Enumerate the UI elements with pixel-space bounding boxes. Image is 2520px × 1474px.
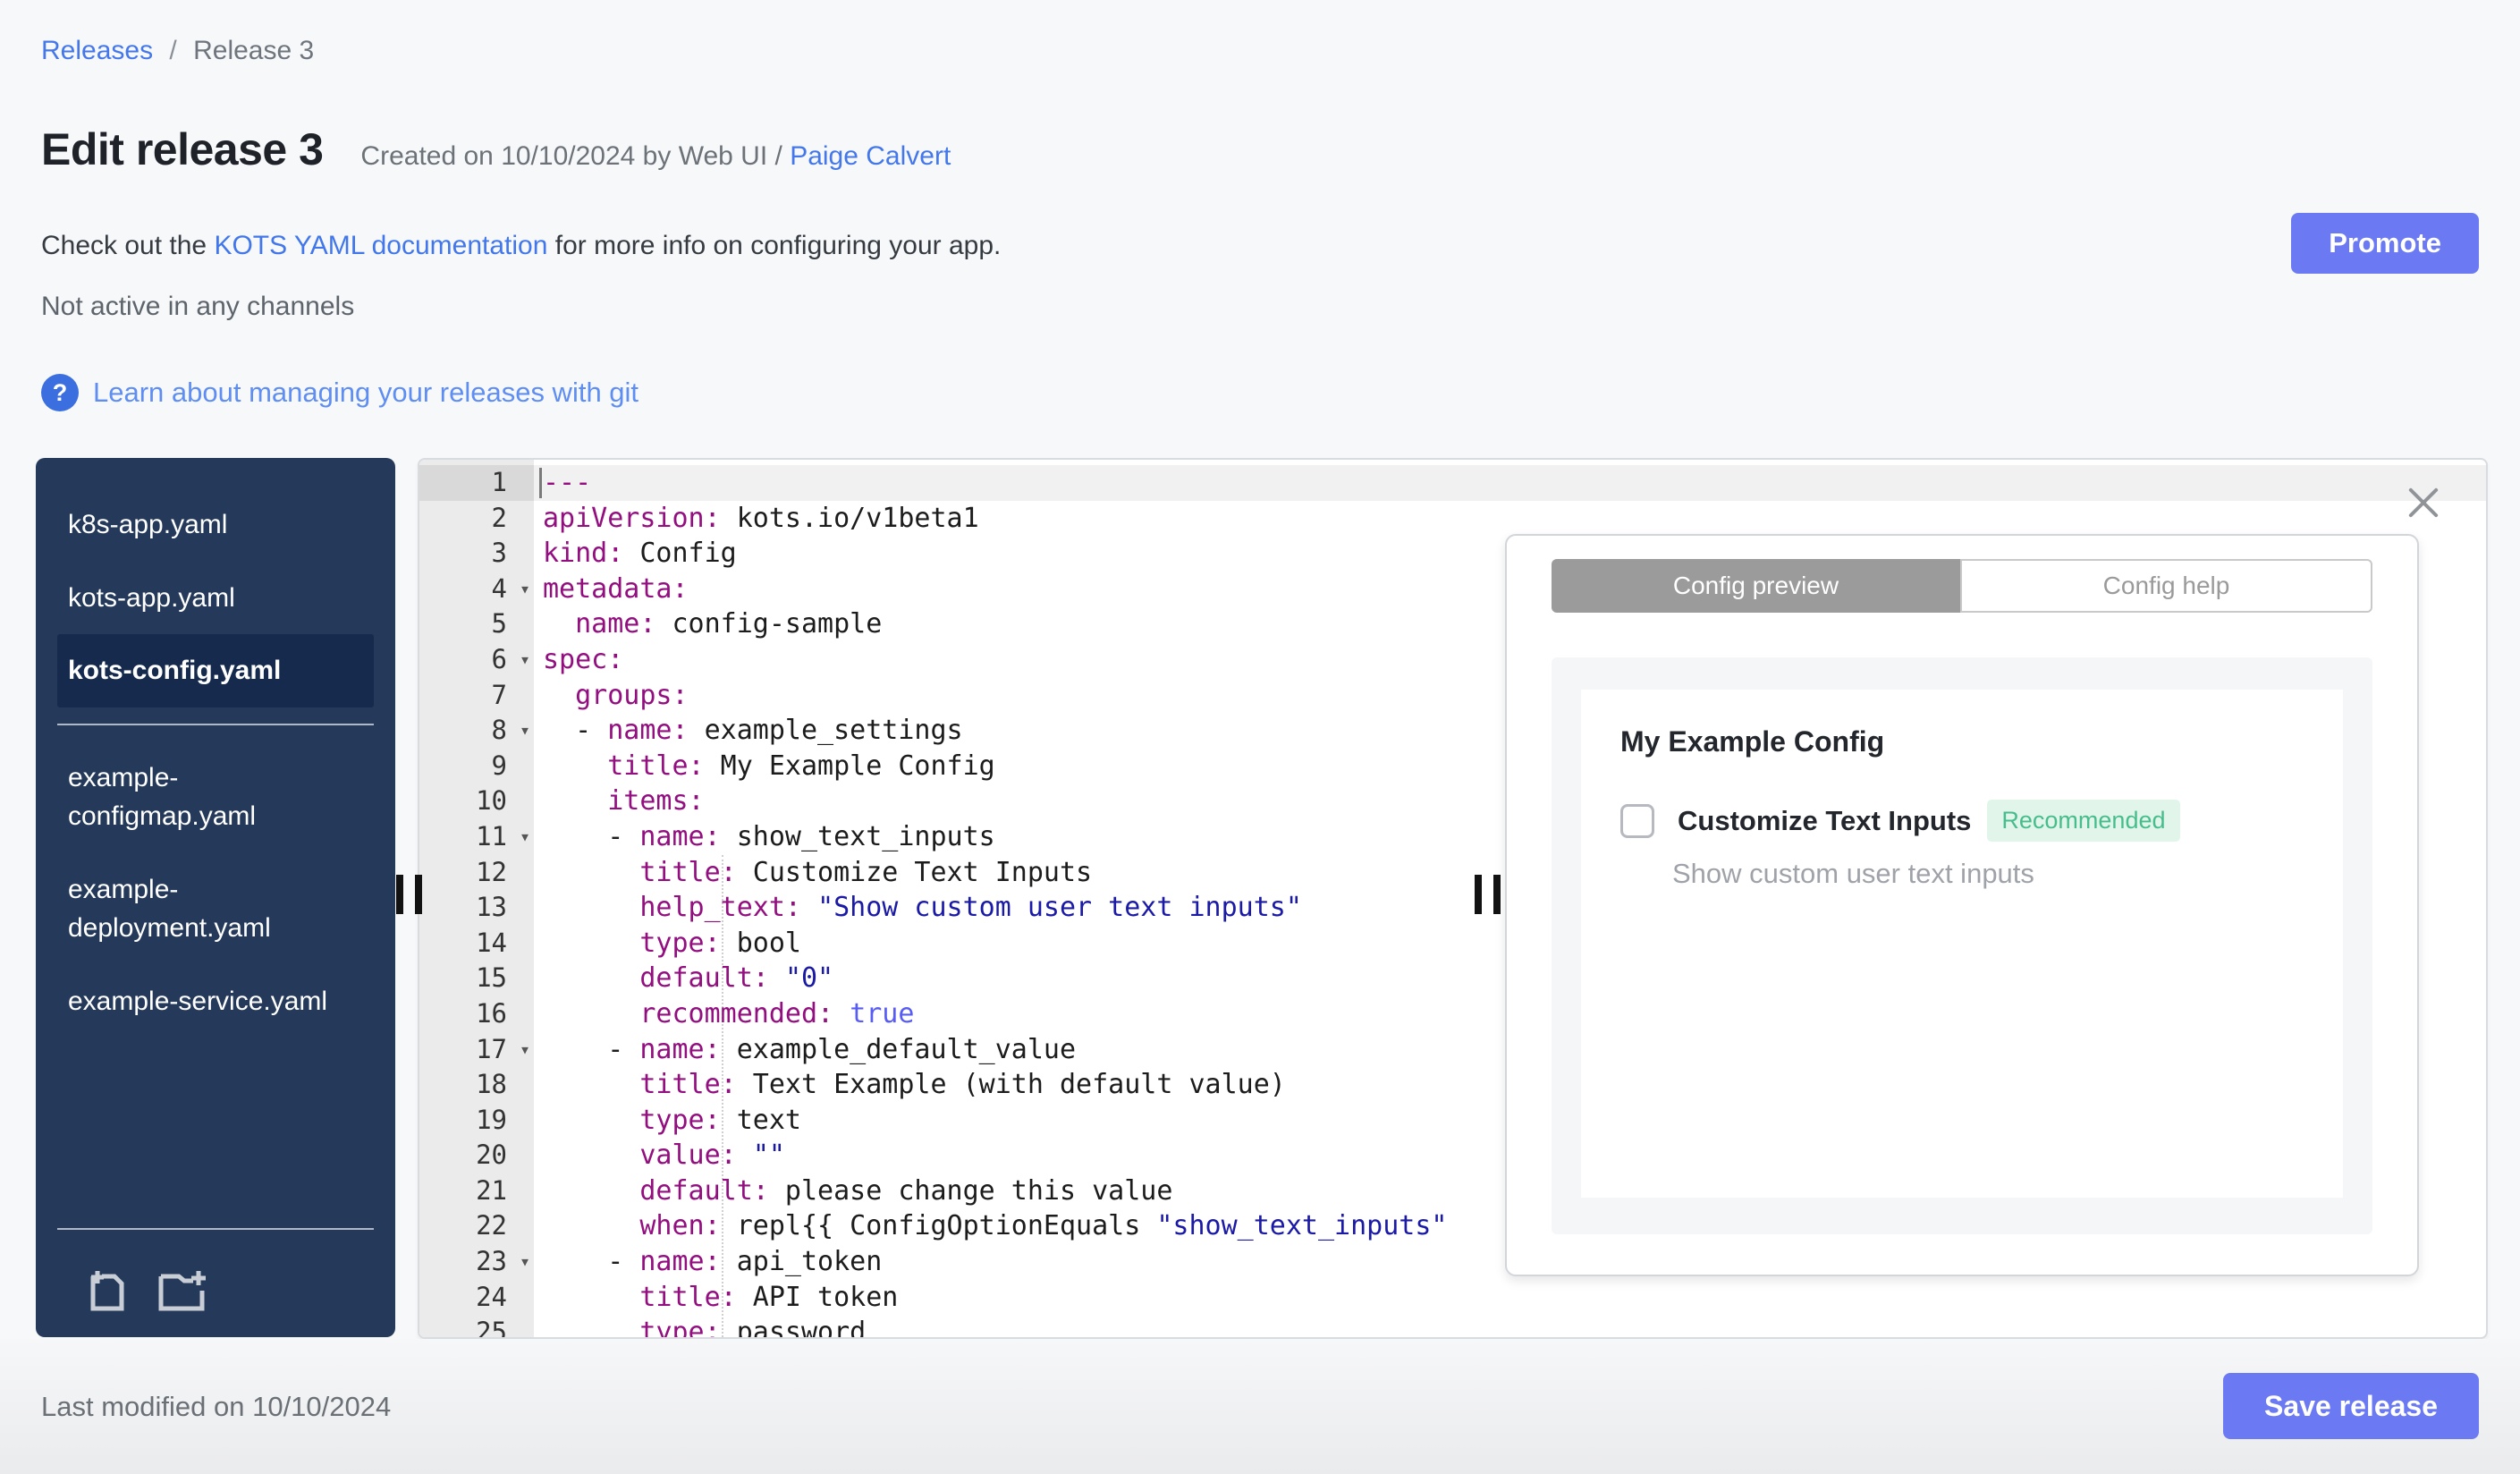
fold-arrow-icon[interactable]: ▾	[520, 642, 530, 678]
config-group-title: My Example Config	[1620, 725, 1885, 758]
fold-arrow-icon[interactable]: ▾	[520, 1244, 530, 1280]
sidebar-item-k8s-app.yaml[interactable]: k8s-app.yaml	[57, 488, 374, 562]
gutter-line-2: 2	[491, 502, 507, 533]
code-line-25: type: password	[639, 1317, 867, 1339]
channel-status: Not active in any channels	[41, 292, 355, 321]
new-file-icon[interactable]	[82, 1264, 132, 1314]
customize-text-inputs-checkbox[interactable]	[1620, 803, 1654, 838]
sidebar-item-example-configmap.yaml[interactable]: example-configmap.yaml	[57, 741, 374, 853]
sidebar-footer	[36, 1212, 395, 1337]
new-folder-icon[interactable]	[156, 1264, 211, 1314]
gutter-line-7: 7	[491, 679, 507, 710]
gutter-line-20: 20	[476, 1139, 507, 1171]
close-icon[interactable]	[2406, 485, 2441, 521]
kots-yaml-doc-link[interactable]: KOTS YAML documentation	[214, 231, 547, 260]
gutter-line-1: 1	[419, 465, 534, 501]
doc-info-line: Check out the KOTS YAML documentation fo…	[41, 231, 1001, 261]
code-line-1: ---	[534, 465, 2486, 501]
recommended-badge: Recommended	[1987, 800, 2180, 842]
sidebar-resize-handle[interactable]	[396, 875, 422, 914]
gutter-line-14: 14	[476, 927, 507, 958]
config-preview-panel: Config preview Config help My Example Con…	[1505, 534, 2419, 1276]
config-tab-group: Config preview Config help	[1552, 559, 2372, 613]
fold-arrow-icon[interactable]: ▾	[520, 713, 530, 749]
sidebar-divider	[57, 723, 374, 725]
created-author-link[interactable]: Paige Calvert	[790, 141, 951, 171]
tab-config-preview[interactable]: Config preview	[1552, 559, 1960, 613]
sidebar-item-example-deployment.yaml[interactable]: example-deployment.yaml	[57, 853, 374, 965]
text-cursor	[539, 468, 542, 498]
save-release-button[interactable]: Save release	[2223, 1373, 2479, 1439]
gutter-line-21: 21	[476, 1174, 507, 1206]
config-preview-area: My Example Config Customize Text Inputs …	[1552, 657, 2372, 1234]
breadcrumb-separator: /	[169, 36, 177, 65]
panel-resize-handle[interactable]	[1475, 875, 1501, 914]
created-info: Created on 10/10/2024 by Web UI / Paige …	[360, 141, 951, 172]
gutter-line-24: 24	[476, 1281, 507, 1312]
code-line-24: title: API token	[639, 1281, 899, 1313]
tab-config-help[interactable]: Config help	[1960, 559, 2372, 613]
gutter-line-15: 15	[476, 962, 507, 994]
gutter-line-11: 11 ▾	[419, 819, 534, 855]
gutter-line-8: 8 ▾	[419, 713, 534, 749]
footer-bar: Last modified on 10/10/2024 Save release	[0, 1339, 2520, 1474]
gutter-line-19: 19	[476, 1104, 507, 1135]
config-item-help-text: Show custom user text inputs	[1672, 858, 2034, 889]
sidebar-icon-row	[36, 1246, 395, 1337]
created-text: Created on 10/10/2024 by Web UI /	[360, 141, 782, 171]
gutter-line-22: 22	[476, 1210, 507, 1241]
sidebar-file-list-bottom: example-configmap.yaml example-deployment…	[36, 741, 395, 1038]
doc-prefix: Check out the	[41, 231, 215, 260]
gutter-line-3: 3	[491, 538, 507, 569]
promote-button[interactable]: Promote	[2291, 213, 2479, 274]
fold-arrow-icon[interactable]: ▾	[520, 572, 530, 607]
gutter-line-4: 4 ▾	[419, 572, 534, 607]
gutter-line-13: 13	[476, 892, 507, 923]
title-row: Edit release 3 Created on 10/10/2024 by …	[41, 123, 951, 175]
edit-release-page: { "colors": { "accent_indigo": "#6b7af2"…	[0, 0, 2520, 1474]
sidebar-item-kots-app.yaml[interactable]: kots-app.yaml	[57, 562, 374, 635]
gutter-line-10: 10	[476, 785, 507, 817]
sidebar-file-list-top: k8s-app.yaml kots-app.yaml kots-config.yam…	[36, 488, 395, 707]
fold-arrow-icon[interactable]: ▾	[520, 819, 530, 855]
breadcrumb-current: Release 3	[193, 36, 315, 65]
gutter-line-23: 23 ▾	[419, 1244, 534, 1280]
breadcrumb: Releases / Release 3	[41, 36, 314, 66]
gutter-line-18: 18	[476, 1069, 507, 1100]
learn-git-link[interactable]: Learn about managing your releases with …	[93, 377, 638, 409]
gutter-line-6: 6 ▾	[419, 642, 534, 678]
help-question-icon: ?	[41, 374, 79, 411]
config-preview-card: My Example Config Customize Text Inputs …	[1581, 690, 2343, 1198]
gutter-line-5: 5	[491, 608, 507, 640]
code-line-2: apiVersion: kots.io/v1beta1	[543, 502, 979, 534]
gutter-line-12: 12	[476, 856, 507, 887]
doc-suffix: for more info on configuring your app.	[547, 231, 1002, 260]
file-sidebar: k8s-app.yaml kots-app.yaml kots-config.yam…	[36, 458, 395, 1337]
config-item-row: Customize Text Inputs Recommended	[1620, 800, 2304, 842]
config-item-label: Customize Text Inputs	[1678, 804, 1972, 836]
fold-arrow-icon[interactable]: ▾	[520, 1032, 530, 1068]
sidebar-item-example-service.yaml[interactable]: example-service.yaml	[57, 965, 374, 1038]
page-title: Edit release 3	[41, 124, 324, 174]
breadcrumb-releases-link[interactable]: Releases	[41, 36, 153, 65]
gutter-line-17: 17 ▾	[419, 1032, 534, 1068]
last-modified-text: Last modified on 10/10/2024	[41, 1391, 392, 1422]
sidebar-item-kots-config.yaml[interactable]: kots-config.yaml	[57, 634, 374, 707]
gutter-line-25: 25	[476, 1317, 507, 1339]
sidebar-footer-divider	[57, 1228, 374, 1230]
gutter-line-9: 9	[491, 750, 507, 781]
learn-git-row: ? Learn about managing your releases wit…	[41, 374, 638, 411]
gutter-line-16: 16	[476, 997, 507, 1029]
editor-gutter: 1 2 3 4 ▾ 5 6 ▾ 7 8 ▾ 9 10 11 ▾ 12 13 14 15 16 17 ▾ 18 19 20 21 22…	[419, 460, 534, 1337]
